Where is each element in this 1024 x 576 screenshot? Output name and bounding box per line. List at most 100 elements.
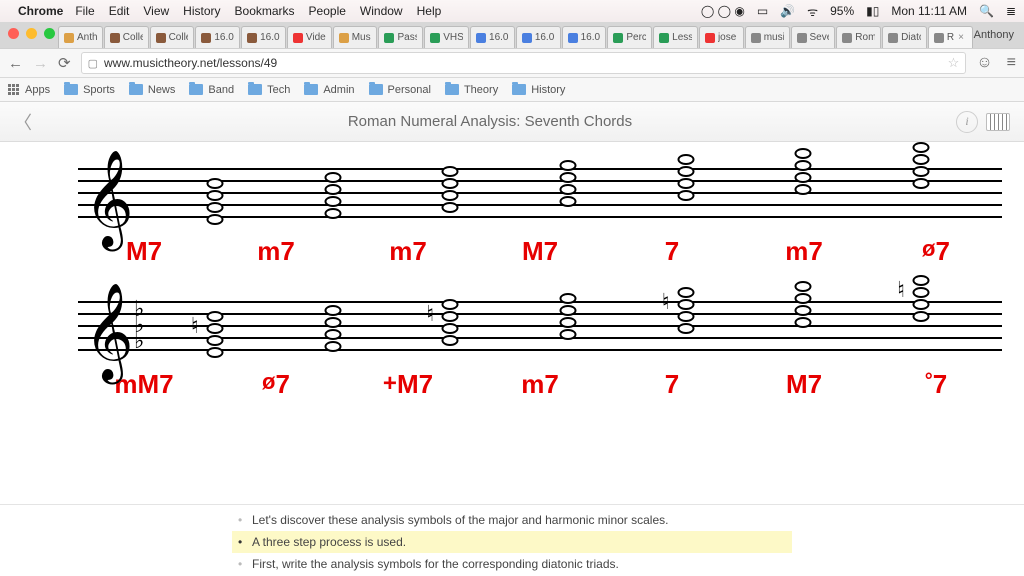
browser-tab[interactable]: 16.0 — [562, 26, 607, 48]
chord-quality-label: m7 — [474, 369, 606, 400]
back-button[interactable]: ← — [8, 55, 23, 72]
address-bar[interactable]: ▢ www.musictheory.net/lessons/49 ☆ — [81, 52, 967, 74]
chrome-window: AnthColleColle16.016.0VideMusiPassVHS16.… — [0, 22, 1024, 576]
browser-tab[interactable]: Perc — [607, 26, 652, 48]
chord-quality-label: 7 — [606, 236, 738, 267]
staff-row-major: 𝄞 — [0, 160, 1024, 220]
chord-quality-label: ø7 — [870, 236, 1002, 267]
menu-icon[interactable]: ≣ — [1006, 4, 1016, 18]
browser-tab[interactable]: Colle — [150, 26, 195, 48]
menu-bookmarks[interactable]: Bookmarks — [235, 4, 295, 18]
close-window-icon[interactable] — [8, 28, 19, 39]
chord: ♮ — [862, 293, 980, 353]
lesson-step-line[interactable]: Let's discover these analysis symbols of… — [232, 509, 792, 531]
browser-tab[interactable]: 16.0 — [241, 26, 286, 48]
lesson-header: 〈 Roman Numeral Analysis: Seventh Chords… — [0, 102, 1024, 142]
chord-quality-label: M7 — [738, 369, 870, 400]
spotlight-icon[interactable]: 🔍 — [979, 4, 994, 18]
chord — [509, 293, 627, 353]
piano-icon[interactable] — [986, 113, 1010, 131]
chord — [862, 160, 980, 220]
browser-tab[interactable]: Colle — [104, 26, 149, 48]
bookmark-folder[interactable]: Band — [189, 84, 234, 96]
zoom-window-icon[interactable] — [44, 28, 55, 39]
chord-labels-major: M7m7m7M77m7ø7 — [78, 236, 1002, 267]
menu-window[interactable]: Window — [360, 4, 403, 18]
apps-label: Apps — [25, 84, 50, 96]
chord — [156, 160, 274, 220]
battery-icon: ▮▯ — [866, 4, 879, 18]
staff-major — [78, 160, 1002, 220]
browser-tab[interactable]: Musi — [333, 26, 378, 48]
volume-icon: 🔊 — [780, 4, 795, 18]
chord-quality-label: +M7 — [342, 369, 474, 400]
browser-tab[interactable]: VHS — [424, 26, 469, 48]
browser-tab[interactable]: 16.0 — [516, 26, 561, 48]
clock: Mon 11:11 AM — [891, 4, 967, 18]
menu-help[interactable]: Help — [417, 4, 442, 18]
chord — [745, 293, 863, 353]
chord — [627, 160, 745, 220]
wifi-icon: ᯤ — [807, 3, 818, 20]
menu-edit[interactable]: Edit — [109, 4, 130, 18]
display-icon: ▭ — [757, 4, 768, 18]
bookmark-folder[interactable]: History — [512, 84, 565, 96]
browser-tab[interactable]: musi — [745, 26, 790, 48]
battery-text: 95% — [830, 4, 854, 18]
lesson-step-line[interactable]: A three step process is used. — [232, 531, 792, 553]
lesson-content: 𝄞 M7m7m7M77m7ø7 𝄞 ♭♭♭ ♮♮♮♮ mM7ø7+M7m77M7… — [0, 142, 1024, 504]
minimize-window-icon[interactable] — [26, 28, 37, 39]
account-icon[interactable]: ☺ — [976, 54, 992, 72]
browser-tab[interactable]: Anth — [58, 26, 103, 48]
browser-tab[interactable]: Diato — [882, 26, 927, 48]
bookmark-folder[interactable]: Personal — [369, 84, 431, 96]
staff-row-minor: 𝄞 ♭♭♭ ♮♮♮♮ — [0, 293, 1024, 353]
lesson-step-line[interactable]: First, write the analysis symbols for th… — [232, 553, 792, 575]
lesson-back-button[interactable]: 〈 — [14, 109, 32, 135]
bookmark-folder[interactable]: Sports — [64, 84, 115, 96]
browser-tab[interactable]: jose — [699, 26, 744, 48]
profile-label[interactable]: Anthony — [974, 29, 1014, 41]
menu-people[interactable]: People — [309, 4, 346, 18]
chord — [274, 293, 392, 353]
chord-quality-label: m7 — [342, 236, 474, 267]
chord-quality-label: 7 — [606, 369, 738, 400]
chord — [391, 160, 509, 220]
bookmark-folder[interactable]: Admin — [304, 84, 354, 96]
browser-tab[interactable]: Rom — [836, 26, 881, 48]
browser-tab[interactable]: R× — [928, 26, 973, 48]
chrome-menu-icon[interactable]: ≡ — [1007, 54, 1016, 72]
browser-tab[interactable]: 16.0 — [195, 26, 240, 48]
chord-labels-minor: mM7ø7+M7m77M7°7 — [78, 369, 1002, 400]
menu-view[interactable]: View — [143, 4, 169, 18]
tabstrip: AnthColleColle16.016.0VideMusiPassVHS16.… — [0, 22, 1024, 48]
site-info-icon[interactable]: ▢ — [88, 57, 98, 70]
chord-quality-label: ø7 — [210, 369, 342, 400]
bookmark-folder[interactable]: News — [129, 84, 176, 96]
browser-tab[interactable]: Less — [653, 26, 698, 48]
browser-tab[interactable]: Seve — [791, 26, 836, 48]
browser-tab[interactable]: Pass — [378, 26, 423, 48]
apps-shortcut[interactable]: Apps — [8, 84, 50, 96]
reload-button[interactable]: ⟳ — [58, 54, 71, 72]
window-controls — [8, 28, 55, 39]
lesson-title: Roman Numeral Analysis: Seventh Chords — [32, 113, 948, 130]
chord-quality-label: M7 — [474, 236, 606, 267]
url-text: www.musictheory.net/lessons/49 — [104, 56, 277, 70]
chord-quality-label: °7 — [870, 369, 1002, 400]
menubar-app[interactable]: Chrome — [18, 4, 63, 18]
chord-quality-label: m7 — [210, 236, 342, 267]
bookmark-star-icon[interactable]: ☆ — [948, 55, 960, 71]
status-circles-icon: ◯ ◯ ◉ — [701, 4, 745, 18]
chord: ♮ — [627, 293, 745, 353]
menu-file[interactable]: File — [75, 4, 94, 18]
browser-tab[interactable]: Vide — [287, 26, 332, 48]
menu-history[interactable]: History — [183, 4, 220, 18]
chord: ♮ — [156, 293, 274, 353]
chord-quality-label: m7 — [738, 236, 870, 267]
info-icon[interactable]: i — [956, 111, 978, 133]
bookmark-folder[interactable]: Theory — [445, 84, 498, 96]
bookmark-folder[interactable]: Tech — [248, 84, 290, 96]
forward-button: → — [33, 55, 48, 72]
browser-tab[interactable]: 16.0 — [470, 26, 515, 48]
